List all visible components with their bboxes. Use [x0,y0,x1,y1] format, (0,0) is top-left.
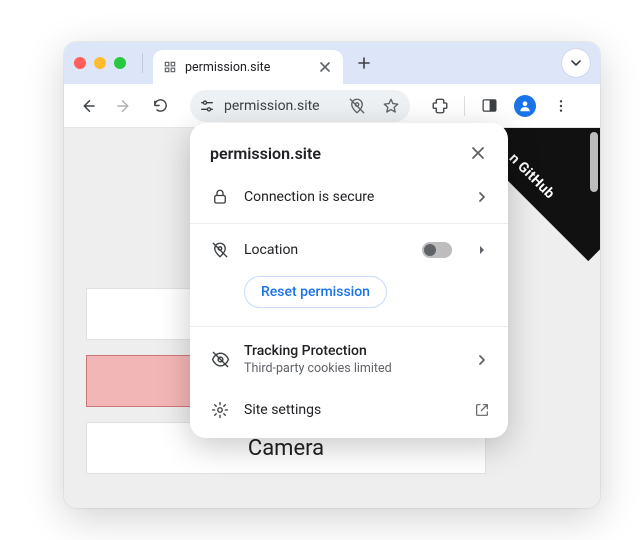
reload-icon [152,97,169,114]
site-settings-row[interactable]: Site settings [190,388,508,432]
arrow-left-icon [79,97,97,115]
chevron-right-icon [472,350,492,370]
tab-favicon-icon [163,60,177,74]
popover-divider [190,223,508,224]
new-tab-button[interactable] [351,50,377,76]
window-controls [74,57,126,69]
star-icon [382,97,400,115]
chevron-down-icon [570,57,582,69]
popover-title: permission.site [210,144,321,163]
site-info-popover: permission.site Connection is secure [190,123,508,438]
arrow-right-icon [115,97,133,115]
location-toggle[interactable] [422,242,452,258]
toolbar: permission.site [64,84,600,128]
popover-header: permission.site [190,137,508,175]
tune-icon [199,98,215,114]
connection-label: Connection is secure [244,189,458,205]
close-icon [471,146,485,160]
puzzle-icon [431,97,449,115]
tracking-protection-row[interactable]: Tracking Protection Third-party cookies … [190,331,508,388]
zoom-window-button[interactable] [114,57,126,69]
profile-avatar-icon [514,95,536,117]
open-external-icon [472,400,492,420]
browser-tab[interactable]: permission.site [153,50,343,84]
url-text: permission.site [224,98,336,114]
eye-off-icon [210,350,230,370]
location-blocked-indicator[interactable] [344,93,370,119]
panel-icon [481,97,498,114]
minimize-window-button[interactable] [94,57,106,69]
caret-right-icon[interactable] [472,240,492,260]
tracking-label: Tracking Protection Third-party cookies … [244,343,458,376]
extensions-button[interactable] [424,90,456,122]
reload-button[interactable] [144,90,176,122]
chevron-right-icon [472,187,492,207]
toolbar-divider [464,96,465,116]
popover-divider [190,326,508,327]
tab-strip: permission.site [64,42,600,84]
plus-icon [357,56,371,70]
reset-permission-wrap: Reset permission [190,272,508,322]
lock-icon [210,187,230,207]
address-bar[interactable]: permission.site [190,90,410,122]
tab-separator [142,53,143,73]
tracking-subtitle: Third-party cookies limited [244,361,458,376]
location-label: Location [244,242,408,258]
location-permission-row: Location [190,228,508,272]
kebab-icon [553,98,569,114]
location-off-icon [210,240,230,260]
reset-permission-button[interactable]: Reset permission [244,276,387,308]
ribbon-label: n GitHub [506,150,558,202]
close-icon [320,62,330,72]
profile-button[interactable] [509,90,541,122]
location-off-icon [348,97,366,115]
tab-title: permission.site [185,60,270,75]
back-button[interactable] [72,90,104,122]
tracking-title: Tracking Protection [244,343,458,359]
gear-icon [210,400,230,420]
site-info-button[interactable] [198,97,216,115]
connection-secure-row[interactable]: Connection is secure [190,175,508,219]
scrollbar-thumb[interactable] [590,132,598,192]
popover-close-button[interactable] [464,139,492,167]
side-panel-button[interactable] [473,90,505,122]
toggle-knob [424,244,436,256]
tab-close-button[interactable] [317,59,333,75]
location-section: Location Reset permission [190,228,508,322]
menu-button[interactable] [545,90,577,122]
site-settings-label: Site settings [244,402,458,418]
close-window-button[interactable] [74,57,86,69]
forward-button[interactable] [108,90,140,122]
card-label: Camera [248,436,324,461]
bookmark-button[interactable] [378,93,404,119]
tablist-dropdown-button[interactable] [562,49,590,77]
